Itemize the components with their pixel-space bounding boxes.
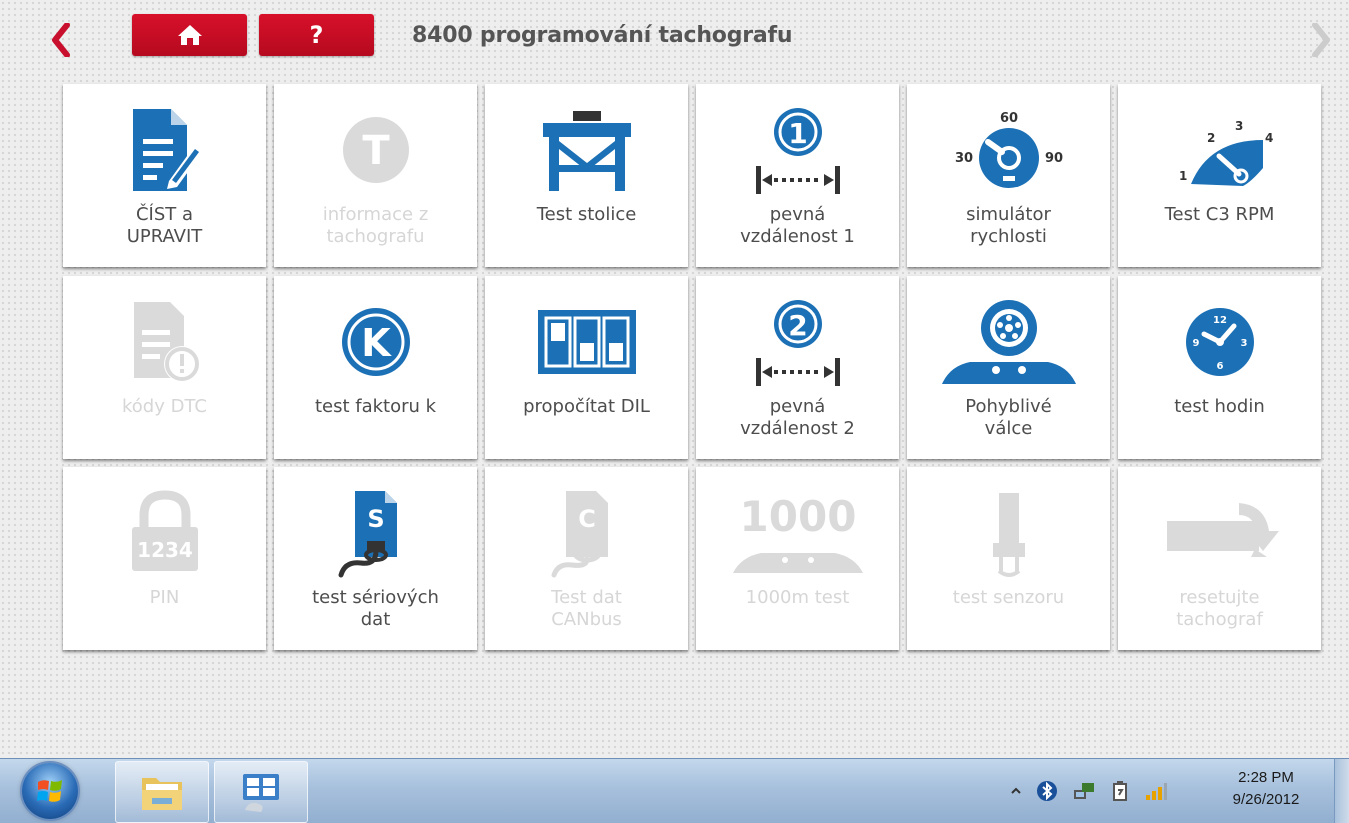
windows-logo-icon xyxy=(37,780,62,802)
tile-pin: 1234 PIN xyxy=(63,467,266,650)
tile-canbus-data: C Test dat CANbus xyxy=(485,467,688,650)
tile-label: 1000m test xyxy=(745,587,850,608)
svg-text:K: K xyxy=(361,321,392,365)
control-panel-icon xyxy=(243,774,279,812)
svg-text:90: 90 xyxy=(1044,151,1062,166)
svg-text:3: 3 xyxy=(1240,338,1247,349)
svg-text:9: 9 xyxy=(1192,338,1199,349)
pin-lock-icon: 1234 xyxy=(85,481,245,585)
svg-text:3: 3 xyxy=(1235,119,1243,133)
svg-text:12: 12 xyxy=(1213,315,1227,326)
tile-tachograph-info: T informace z tachografu xyxy=(274,84,477,267)
tile-label: propočítat DIL xyxy=(523,396,650,417)
tachograph-info-icon: T xyxy=(296,98,456,202)
tile-clock-test[interactable]: 12 3 6 9 test hodin xyxy=(1118,276,1321,459)
canbus-data-icon: C xyxy=(507,481,667,585)
tile-label: test faktoru k xyxy=(314,396,437,417)
dtc-codes-icon xyxy=(85,290,245,394)
signal-strength-icon[interactable] xyxy=(1144,781,1168,801)
serial-data-icon: S xyxy=(296,481,456,585)
clock-date: 9/26/2012 xyxy=(1232,791,1300,808)
clock-time: 2:28 PM xyxy=(1238,769,1294,786)
power-icon[interactable] xyxy=(1110,780,1130,802)
page-title: 8400 programování tachografu xyxy=(412,23,793,48)
svg-text:1: 1 xyxy=(1179,169,1187,183)
svg-text:2: 2 xyxy=(1207,131,1215,145)
forward-arrow-icon[interactable] xyxy=(1304,22,1338,58)
svg-text:1000: 1000 xyxy=(739,492,856,541)
back-arrow-icon[interactable] xyxy=(44,22,78,58)
tile-label: Test stolice xyxy=(536,204,637,225)
tile-sensor-test: test senzoru xyxy=(907,467,1110,650)
tile-label: simulátor rychlosti xyxy=(966,204,1051,247)
tachograph-app: ? 8400 programování tachografu ČÍST a UP… xyxy=(0,0,1349,758)
tile-fixed-distance-1[interactable]: 1 pevná vzdálenost 1 xyxy=(696,84,899,267)
tile-label: kódy DTC xyxy=(122,396,207,417)
tile-k-factor[interactable]: K test faktoru k xyxy=(274,276,477,459)
tile-test-bench[interactable]: Test stolice xyxy=(485,84,688,267)
tile-fixed-distance-2[interactable]: 2 pevná vzdálenost 2 xyxy=(696,276,899,459)
taskbar-control-panel-button[interactable] xyxy=(214,761,308,823)
fixed-distance-1-icon: 1 xyxy=(718,98,878,202)
k-factor-icon: K xyxy=(296,290,456,394)
tile-label: pevná vzdálenost 2 xyxy=(740,396,855,439)
svg-text:60: 60 xyxy=(999,111,1017,126)
tile-label: Pohyblivé válce xyxy=(965,396,1052,439)
svg-text:30: 30 xyxy=(954,151,972,166)
1000m-test-icon: 1000 xyxy=(718,481,878,585)
home-button[interactable] xyxy=(132,14,247,56)
reset-tachograph-icon xyxy=(1140,481,1300,585)
dil-switch-icon xyxy=(507,290,667,394)
test-bench-icon xyxy=(507,98,667,202)
tile-read-edit[interactable]: ČÍST a UPRAVIT xyxy=(63,84,266,267)
svg-text:1234: 1234 xyxy=(137,538,193,562)
tile-label: Test dat CANbus xyxy=(551,587,622,630)
bluetooth-icon[interactable] xyxy=(1036,780,1058,802)
tile-1000m-test: 1000 1000m test xyxy=(696,467,899,650)
tile-dtc-codes: kódy DTC xyxy=(63,276,266,459)
start-button[interactable] xyxy=(22,763,78,819)
tile-speed-simulator[interactable]: 60 30 90 simulátor rychlosti xyxy=(907,84,1110,267)
tile-serial-data[interactable]: S test sériových dat xyxy=(274,467,477,650)
tile-dil-calc[interactable]: propočítat DIL xyxy=(485,276,688,459)
svg-text:4: 4 xyxy=(1265,131,1273,145)
read-edit-icon xyxy=(85,98,245,202)
svg-text:T: T xyxy=(362,128,390,174)
tile-label: Test C3 RPM xyxy=(1164,204,1275,225)
tile-label: PIN xyxy=(149,587,180,608)
tile-rolling-road[interactable]: Pohyblivé válce xyxy=(907,276,1110,459)
taskbar: 2:28 PM 9/26/2012 xyxy=(0,758,1349,823)
rolling-road-icon xyxy=(929,290,1089,394)
svg-text:S: S xyxy=(367,505,384,533)
rpm-gauge-icon: 1 2 3 4 xyxy=(1140,98,1300,202)
tile-label: test hodin xyxy=(1174,396,1265,417)
help-button[interactable]: ? xyxy=(259,14,374,56)
tile-c3-rpm[interactable]: 1 2 3 4 Test C3 RPM xyxy=(1118,84,1321,267)
tile-label: test senzoru xyxy=(952,587,1065,608)
speed-simulator-icon: 60 30 90 xyxy=(929,98,1089,202)
tile-reset-tachograph: resetujte tachograf xyxy=(1118,467,1321,650)
system-tray xyxy=(1010,773,1168,809)
home-icon xyxy=(177,25,202,45)
folder-icon xyxy=(142,778,182,810)
clock-test-icon: 12 3 6 9 xyxy=(1140,290,1300,394)
network-icon[interactable] xyxy=(1072,780,1096,802)
show-hidden-icons-icon[interactable] xyxy=(1010,785,1022,797)
tile-label: test sériových dat xyxy=(312,587,439,630)
taskbar-explorer-button[interactable] xyxy=(115,761,209,823)
show-desktop-button[interactable] xyxy=(1334,759,1349,823)
svg-text:2: 2 xyxy=(788,309,807,342)
fixed-distance-2-icon: 2 xyxy=(718,290,878,394)
svg-text:1: 1 xyxy=(788,117,807,150)
tile-label: pevná vzdálenost 1 xyxy=(740,204,855,247)
tile-label: informace z tachografu xyxy=(322,204,429,247)
system-clock[interactable]: 2:28 PM 9/26/2012 xyxy=(1222,767,1310,811)
svg-text:6: 6 xyxy=(1216,361,1223,372)
sensor-test-icon xyxy=(929,481,1089,585)
tile-label: resetujte tachograf xyxy=(1176,587,1263,630)
svg-text:C: C xyxy=(578,505,596,533)
tile-label: ČÍST a UPRAVIT xyxy=(126,204,203,247)
